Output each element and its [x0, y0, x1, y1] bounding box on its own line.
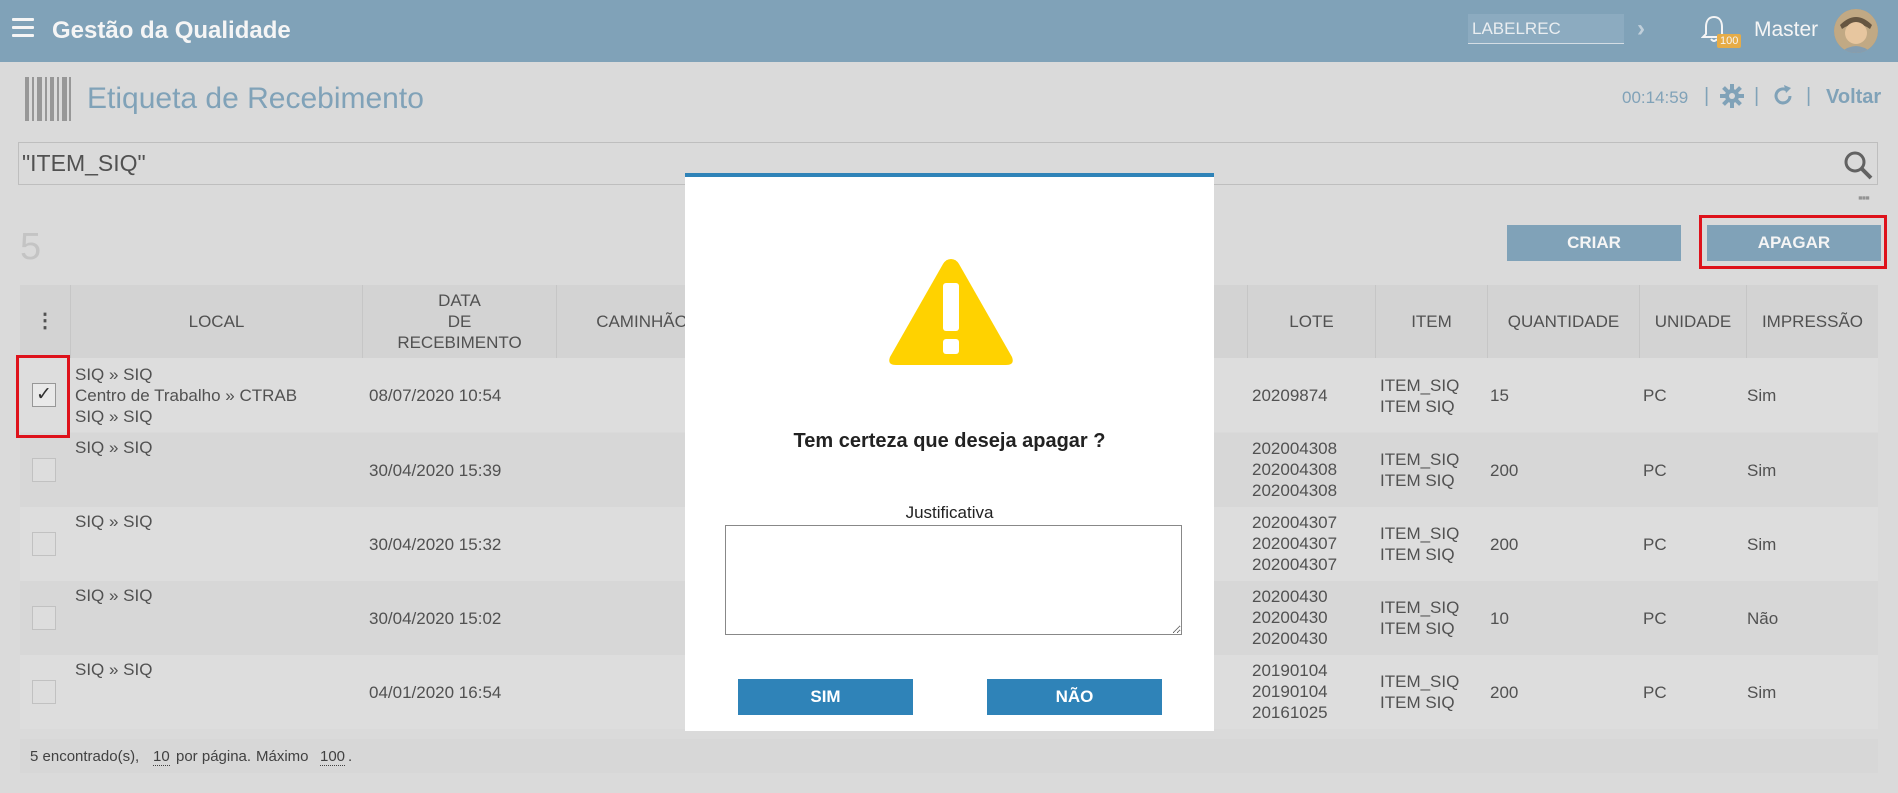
justification-label: Justificativa — [905, 503, 994, 522]
confirm-question: Tem certeza que deseja apagar ? — [793, 430, 1106, 452]
confirm-delete-dialog: Tem certeza que deseja apagar ? Justific… — [685, 173, 1214, 731]
yes-button[interactable]: SIM — [738, 679, 913, 715]
warning-icon — [889, 259, 1013, 365]
no-button[interactable]: NÃO — [987, 679, 1162, 715]
justification-field[interactable] — [725, 525, 1182, 635]
